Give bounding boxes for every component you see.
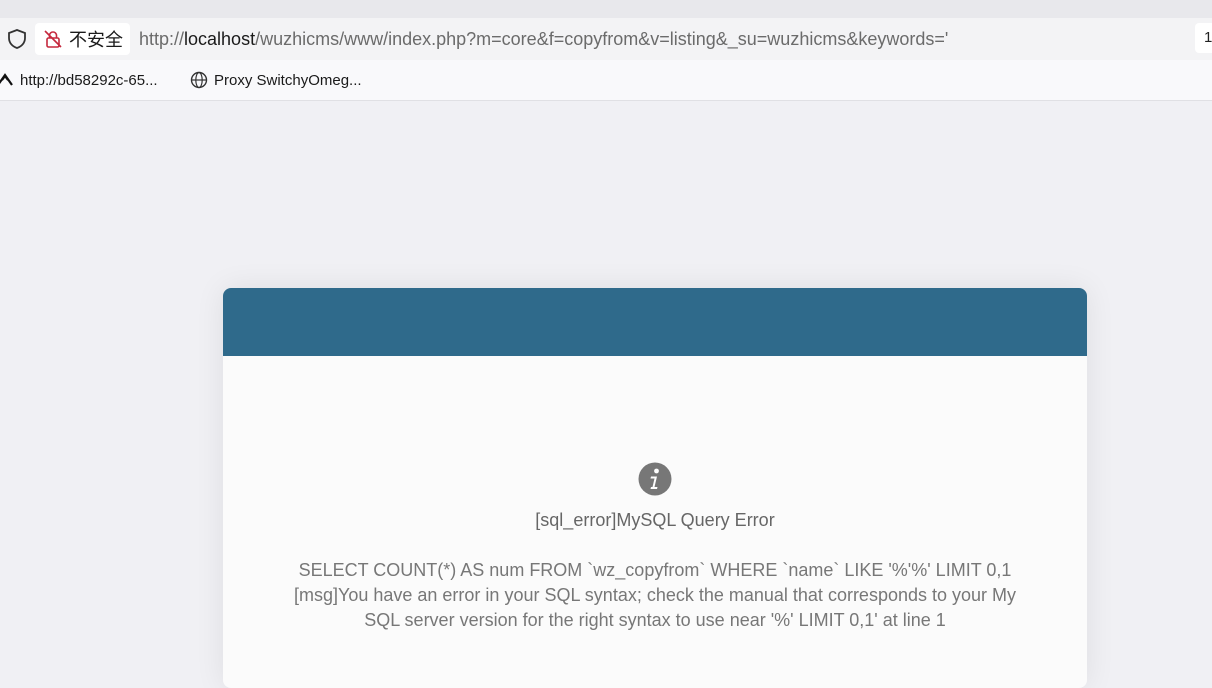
url-text[interactable]: http://localhost/wuzhicms/www/index.php?… xyxy=(139,29,948,50)
bookmark-label: Proxy SwitchyOmeg... xyxy=(214,71,362,89)
insecure-lock-icon xyxy=(44,30,62,48)
error-card: [sql_error]MySQL Query Error SELECT COUN… xyxy=(223,288,1087,688)
error-msg-line: [msg]You have an error in your SQL synta… xyxy=(293,585,1017,605)
url-prefix: http:// xyxy=(139,29,185,49)
arrow-icon xyxy=(0,73,13,86)
error-message: SELECT COUNT(*) AS num FROM `wz_copyfrom… xyxy=(263,558,1047,633)
address-bar[interactable]: 不安全 http://localhost/wuzhicms/www/index.… xyxy=(0,18,1212,60)
globe-icon xyxy=(190,71,208,89)
url-path: /wuzhicms/www/index.php?m=core&f=copyfro… xyxy=(255,29,949,49)
info-icon xyxy=(638,462,672,496)
error-sql-line: SELECT COUNT(*) AS num FROM `wz_copyfrom… xyxy=(298,560,1012,580)
shield-icon[interactable] xyxy=(6,28,28,50)
page-content: [sql_error]MySQL Query Error SELECT COUN… xyxy=(0,101,1212,688)
card-header xyxy=(223,288,1087,356)
security-indicator[interactable]: 不安全 xyxy=(35,23,130,55)
bookmark-item-2[interactable]: Proxy SwitchyOmeg... xyxy=(190,71,362,89)
browser-tab-strip xyxy=(0,0,1212,18)
url-host: localhost xyxy=(184,29,256,49)
toolbar-badge[interactable]: 1 xyxy=(1195,23,1212,53)
error-msg-line-2: SQL server version for the right syntax … xyxy=(364,610,946,630)
bookmarks-bar: http://bd58292c-65... Proxy SwitchyOmeg.… xyxy=(0,60,1212,101)
bookmark-label: http://bd58292c-65... xyxy=(20,71,158,89)
security-label: 不安全 xyxy=(69,30,123,50)
error-title: [sql_error]MySQL Query Error xyxy=(535,510,775,530)
bookmark-item-1[interactable]: http://bd58292c-65... xyxy=(0,71,158,89)
